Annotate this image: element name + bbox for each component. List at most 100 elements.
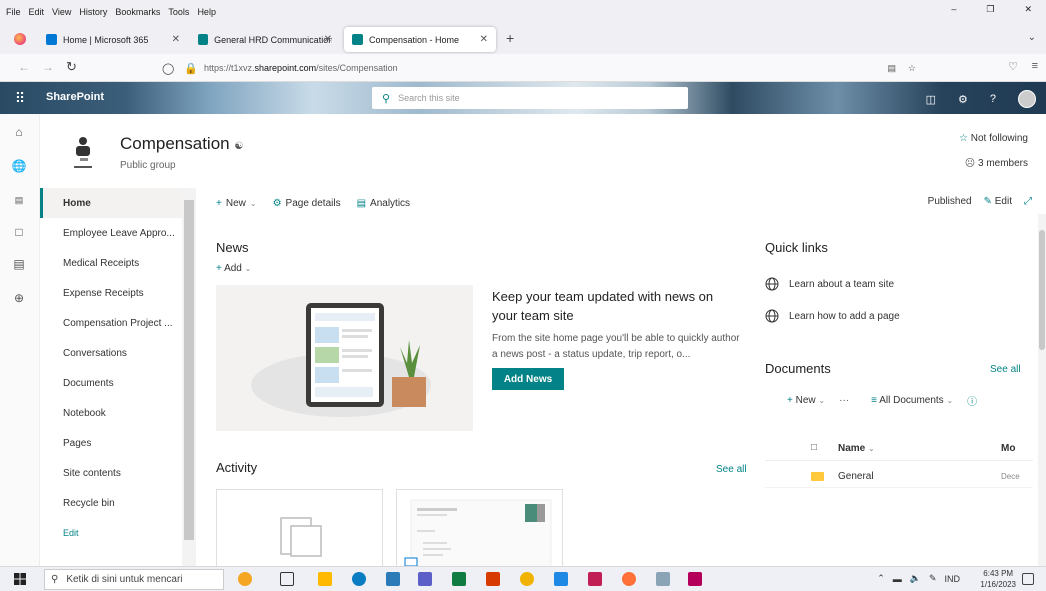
nav-scrollbar[interactable] bbox=[182, 188, 196, 566]
bookmark-star-icon[interactable]: ☆ bbox=[908, 63, 916, 74]
cortana-icon[interactable] bbox=[238, 572, 252, 586]
documents-new-button[interactable]: + New ⌄ bbox=[787, 395, 825, 406]
avatar[interactable] bbox=[1018, 90, 1036, 108]
close-tab-icon[interactable]: ✕ bbox=[480, 34, 488, 45]
nav-item-medical-receipts[interactable]: Medical Receipts bbox=[63, 258, 139, 269]
hamburger-menu-icon[interactable]: ≡ bbox=[1032, 60, 1038, 72]
expand-icon[interactable]: ⤢ bbox=[1024, 196, 1032, 207]
menu-help[interactable]: Help bbox=[197, 7, 216, 17]
file-icon[interactable]: □ bbox=[11, 224, 27, 240]
nav-item-home[interactable]: Home bbox=[63, 198, 91, 209]
menu-file[interactable]: File bbox=[6, 7, 21, 17]
office-icon[interactable] bbox=[486, 572, 500, 586]
tab-home-microsoft-365[interactable]: Home | Microsoft 365 ✕ bbox=[38, 27, 188, 52]
reload-icon[interactable]: ↻ bbox=[66, 59, 77, 75]
create-icon[interactable]: ⊕ bbox=[11, 290, 27, 306]
home-icon[interactable]: ⌂ bbox=[11, 124, 27, 140]
close-tab-icon[interactable]: ✕ bbox=[172, 34, 180, 45]
taskbar-clock[interactable]: 6:43 PM 1/16/2023 bbox=[980, 568, 1016, 590]
members-button[interactable]: ☹ 3 members bbox=[965, 158, 1028, 169]
tab-general-hrd[interactable]: General HRD Communication S ✕ bbox=[190, 27, 340, 52]
excel-icon[interactable] bbox=[452, 572, 466, 586]
site-title[interactable]: Compensation ☯ bbox=[120, 134, 243, 154]
more-options-button[interactable]: ··· bbox=[839, 395, 849, 406]
app-launcher-icon[interactable]: ⠿ bbox=[0, 82, 40, 114]
settings-gear-icon[interactable]: ⚙ bbox=[958, 93, 968, 106]
network-icon[interactable]: ▬ bbox=[893, 574, 902, 584]
edge-icon[interactable] bbox=[352, 572, 366, 586]
app-icon[interactable] bbox=[554, 572, 568, 586]
nav-item-expense-receipts[interactable]: Expense Receipts bbox=[63, 288, 144, 299]
lists-icon[interactable]: ▤ bbox=[11, 256, 27, 272]
nav-edit-link[interactable]: Edit bbox=[63, 528, 79, 538]
table-row[interactable]: General Dece bbox=[765, 466, 1033, 488]
nav-scroll-thumb[interactable] bbox=[184, 200, 194, 540]
file-explorer-icon[interactable] bbox=[318, 572, 332, 586]
menu-bookmarks[interactable]: Bookmarks bbox=[115, 7, 160, 17]
nav-item-conversations[interactable]: Conversations bbox=[63, 348, 127, 359]
add-news-button[interactable]: Add News bbox=[492, 368, 564, 390]
restore-icon[interactable]: ❐ bbox=[986, 4, 994, 15]
mail-icon[interactable] bbox=[386, 572, 400, 586]
app-icon[interactable] bbox=[656, 572, 670, 586]
nav-item-documents[interactable]: Documents bbox=[63, 378, 114, 389]
quick-link-add-page[interactable]: Learn how to add a page bbox=[765, 309, 900, 323]
sharepoint-brand[interactable]: SharePoint bbox=[46, 91, 104, 103]
nav-item-employee-leave[interactable]: Employee Leave Appro... bbox=[63, 228, 175, 239]
site-search-input[interactable]: ⚲ Search this site bbox=[372, 87, 688, 109]
nav-item-notebook[interactable]: Notebook bbox=[63, 408, 106, 419]
close-tab-icon[interactable]: ✕ bbox=[324, 34, 332, 45]
tab-compensation-home[interactable]: Compensation - Home ✕ bbox=[344, 27, 496, 52]
task-view-icon[interactable] bbox=[280, 572, 294, 586]
analytics-button[interactable]: ▤ Analytics bbox=[357, 198, 410, 209]
menu-view[interactable]: View bbox=[52, 7, 71, 17]
documents-see-all-link[interactable]: See all bbox=[990, 364, 1021, 375]
reader-icon[interactable]: ▤ bbox=[887, 63, 896, 74]
modified-column-header[interactable]: Mo bbox=[1001, 443, 1015, 454]
main-scroll-thumb[interactable] bbox=[1039, 230, 1045, 350]
news-icon[interactable]: ▤ bbox=[11, 192, 27, 208]
new-button[interactable]: + New ⌄ bbox=[216, 198, 257, 209]
taskbar-search-input[interactable]: ⚲ Ketik di sini untuk mencari bbox=[44, 569, 224, 590]
chrome-icon[interactable] bbox=[520, 572, 534, 586]
activity-card[interactable] bbox=[216, 489, 383, 569]
url-bar[interactable]: ◯ 🔒 https://t1xvz. sharepoint.com/sites/C… bbox=[162, 57, 922, 79]
edit-button[interactable]: ✎ Edit bbox=[984, 196, 1012, 207]
info-icon[interactable]: ⓘ bbox=[967, 393, 977, 408]
news-add-button[interactable]: + Add ⌄ bbox=[216, 263, 251, 274]
chat-icon[interactable]: ◫ bbox=[926, 93, 936, 106]
language-indicator[interactable]: IND bbox=[945, 574, 961, 584]
app-icon[interactable] bbox=[588, 572, 602, 586]
menu-history[interactable]: History bbox=[79, 7, 107, 17]
forward-icon[interactable]: → bbox=[42, 60, 54, 74]
name-column-header[interactable]: Name ⌄ bbox=[838, 443, 875, 454]
nav-item-recycle-bin[interactable]: Recycle bin bbox=[63, 498, 115, 509]
app-icon[interactable] bbox=[688, 572, 702, 586]
pen-icon[interactable]: ✎ bbox=[929, 573, 937, 584]
document-name[interactable]: General bbox=[838, 471, 874, 482]
nav-item-site-contents[interactable]: Site contents bbox=[63, 468, 121, 479]
firefox-icon[interactable] bbox=[622, 572, 636, 586]
help-icon[interactable]: ? bbox=[990, 93, 996, 105]
view-selector[interactable]: ≡ All Documents ⌄ bbox=[871, 395, 953, 406]
quick-link-team-site[interactable]: Learn about a team site bbox=[765, 277, 894, 291]
follow-button[interactable]: ☆ Not following bbox=[959, 133, 1028, 144]
close-icon[interactable]: ✕ bbox=[1024, 4, 1032, 15]
nav-item-compensation-project[interactable]: Compensation Project ... bbox=[63, 318, 173, 329]
minimize-icon[interactable]: – bbox=[951, 4, 956, 15]
notification-icon[interactable] bbox=[1022, 573, 1034, 585]
teams-icon[interactable] bbox=[418, 572, 432, 586]
page-details-button[interactable]: ⚙ Page details bbox=[273, 198, 341, 209]
tab-list-icon[interactable]: ⌄ bbox=[1028, 32, 1036, 43]
volume-icon[interactable]: 🔈 bbox=[910, 573, 921, 584]
nav-item-pages[interactable]: Pages bbox=[63, 438, 91, 449]
activity-see-all-link[interactable]: See all bbox=[716, 464, 747, 475]
chevron-up-icon[interactable]: ⌃ bbox=[877, 573, 885, 584]
activity-card[interactable] bbox=[396, 489, 563, 571]
menu-tools[interactable]: Tools bbox=[168, 7, 189, 17]
new-tab-icon[interactable]: + bbox=[506, 30, 514, 46]
globe-icon[interactable]: 🌐 bbox=[11, 158, 27, 174]
back-icon[interactable]: ← bbox=[18, 60, 30, 74]
main-scrollbar[interactable] bbox=[1038, 214, 1046, 566]
menu-edit[interactable]: Edit bbox=[29, 7, 45, 17]
